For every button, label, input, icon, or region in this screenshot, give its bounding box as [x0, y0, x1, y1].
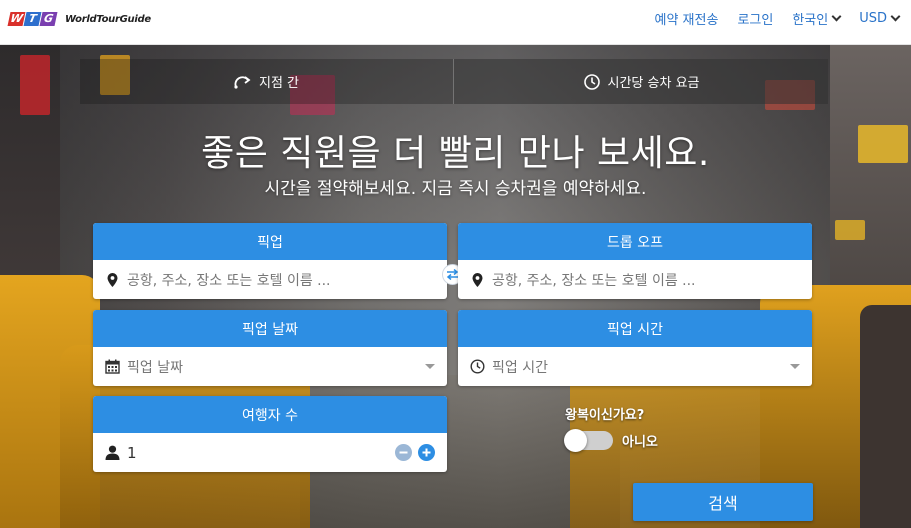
toggle-knob: [564, 429, 587, 452]
pickup-location-card: 픽업 공항, 주소, 장소 또는 호텔 이름 ...: [93, 223, 447, 299]
login-link[interactable]: 로그인: [737, 9, 773, 28]
passengers-value: 1: [127, 443, 137, 462]
pickup-location-input[interactable]: 공항, 주소, 장소 또는 호텔 이름 ...: [93, 260, 447, 299]
language-label: 한국인: [792, 12, 829, 28]
chevron-down-icon: [890, 11, 901, 22]
tab-hourly-rate-label: 시간당 승차 요금: [607, 76, 700, 91]
dropdown-arrow-icon: [425, 364, 435, 369]
pickup-date-select[interactable]: 픽업 날짜: [93, 347, 447, 386]
passengers-stepper: [389, 444, 435, 461]
dropoff-location-placeholder: 공항, 주소, 장소 또는 호텔 이름 ...: [492, 272, 696, 289]
round-trip-toggle[interactable]: [564, 429, 613, 452]
clock-rate-icon: [583, 73, 600, 90]
dropdown-arrow-icon: [790, 364, 800, 369]
map-pin-icon: [103, 272, 121, 287]
minus-icon: [399, 451, 408, 454]
pickup-date-label: 픽업 날짜: [93, 310, 447, 347]
site-logo[interactable]: W T G WorldTourGuide: [7, 10, 151, 28]
route-arrow-icon: [234, 75, 251, 89]
pickup-time-label: 픽업 시간: [458, 310, 812, 347]
search-button[interactable]: 검색: [633, 483, 813, 521]
hero-headline: 좋은 직원을 더 빨리 만나 보세요.: [201, 133, 710, 174]
tab-point-to-point[interactable]: 지점 간: [80, 59, 453, 104]
round-trip-question: 왕복이신가요?: [565, 408, 645, 423]
header-nav: 예약 재전송 로그인 한국인 USD: [655, 9, 901, 28]
map-pin-icon: [468, 272, 486, 287]
pickup-date-placeholder: 픽업 날짜: [127, 359, 183, 376]
car-shape: [860, 305, 911, 528]
pickup-time-placeholder: 픽업 시간: [492, 359, 548, 376]
clock-icon: [468, 359, 486, 374]
language-dropdown[interactable]: 한국인: [792, 9, 842, 28]
increase-passengers-button[interactable]: [418, 444, 435, 461]
dropoff-location-card: 드롭 오프 공항, 주소, 장소 또는 호텔 이름 ...: [458, 223, 812, 299]
user-icon: [103, 445, 121, 460]
currency-dropdown[interactable]: USD: [859, 10, 901, 26]
pickup-location-placeholder: 공항, 주소, 장소 또는 호텔 이름 ...: [127, 272, 331, 289]
passengers-card: 여행자 수 1: [93, 396, 447, 472]
street-sign-shape: [20, 55, 50, 115]
top-navigation-bar: W T G WorldTourGuide 예약 재전송 로그인 한국인 USD: [0, 0, 911, 45]
pickup-time-card: 픽업 시간 픽업 시간: [458, 310, 812, 386]
plus-icon: [422, 448, 431, 457]
currency-label: USD: [859, 10, 887, 26]
pickup-time-select[interactable]: 픽업 시간: [458, 347, 812, 386]
login-label: 로그인: [737, 12, 774, 28]
logo-letter-g: G: [39, 12, 58, 26]
tab-point-to-point-label: 지점 간: [258, 76, 299, 91]
hero-subheadline: 시간을 절약해보세요. 지금 즉시 승차권을 예약하세요.: [264, 179, 647, 199]
resend-booking-link[interactable]: 예약 재전송: [655, 9, 719, 28]
dropoff-location-label: 드롭 오프: [458, 223, 812, 260]
pickup-location-label: 픽업: [93, 223, 447, 260]
resend-booking-label: 예약 재전송: [654, 12, 719, 28]
dropoff-location-input[interactable]: 공항, 주소, 장소 또는 호텔 이름 ...: [458, 260, 812, 299]
calendar-icon: [103, 359, 121, 374]
passengers-field[interactable]: 1: [93, 433, 447, 472]
street-sign-shape: [835, 220, 865, 240]
tab-hourly-rate[interactable]: 시간당 승차 요금: [453, 59, 828, 104]
passengers-label: 여행자 수: [93, 396, 447, 433]
round-trip-state-label: 아니오: [622, 435, 658, 450]
logo-wordmark: WorldTourGuide: [65, 13, 151, 25]
decrease-passengers-button[interactable]: [395, 444, 412, 461]
chevron-down-icon: [831, 11, 842, 22]
pickup-date-card: 픽업 날짜 픽업 날짜: [93, 310, 447, 386]
